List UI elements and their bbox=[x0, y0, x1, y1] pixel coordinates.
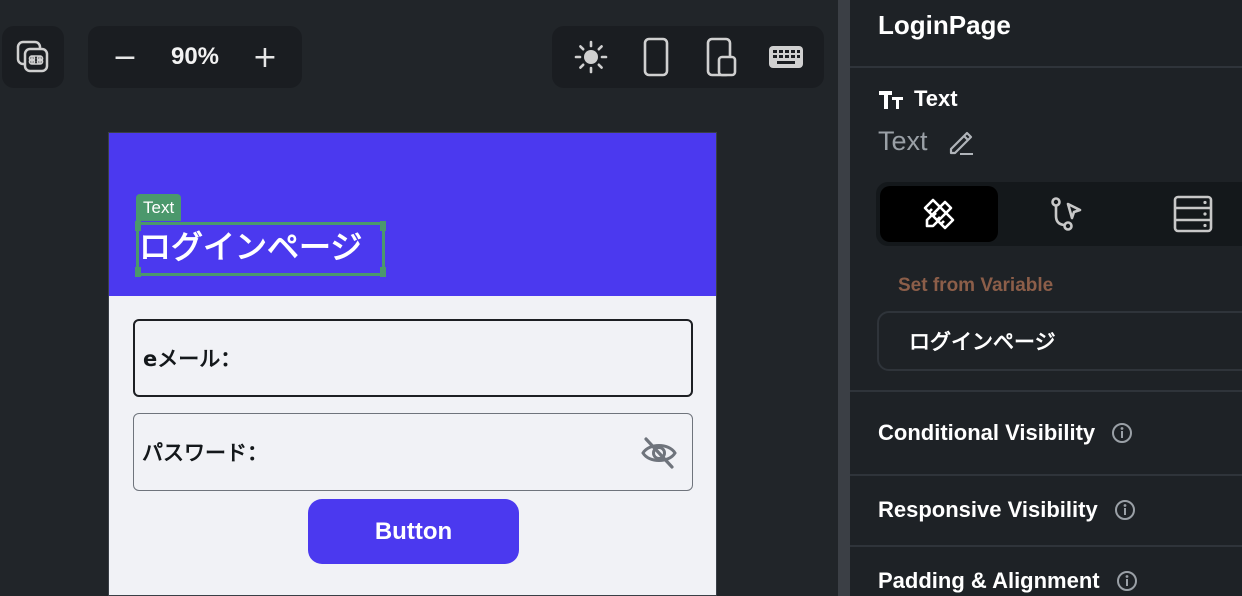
info-icon[interactable] bbox=[1111, 422, 1133, 444]
ruler-pencil-icon bbox=[923, 198, 955, 230]
text-value-field[interactable]: ログインページ bbox=[877, 311, 1242, 371]
conditional-visibility-section[interactable]: Conditional Visibility bbox=[878, 420, 1133, 446]
properties-tab[interactable] bbox=[880, 186, 998, 242]
device-preview: Text ログインページ eメール： パスワード： Button bbox=[108, 132, 717, 596]
page-title: LoginPage bbox=[878, 10, 1011, 40]
tablet-view-button[interactable] bbox=[699, 35, 743, 79]
zoom-out-button[interactable]: − bbox=[102, 34, 148, 80]
info-icon[interactable] bbox=[1116, 570, 1138, 592]
canvas-area: − 90% + Text ログインページ eメール： パスワード： Button bbox=[0, 0, 838, 596]
email-field[interactable]: eメール： bbox=[133, 319, 693, 397]
widget-name-row: Text bbox=[878, 126, 974, 157]
keyboard-toggle-button[interactable] bbox=[764, 35, 808, 79]
divider bbox=[850, 66, 1242, 68]
app-bar[interactable]: Text ログインページ bbox=[109, 133, 716, 296]
database-rows-icon bbox=[1173, 195, 1213, 233]
set-from-variable-label[interactable]: Set from Variable bbox=[898, 275, 1053, 297]
tablet-icon bbox=[706, 37, 736, 77]
divider bbox=[850, 390, 1242, 392]
widget-name: Text bbox=[878, 126, 928, 156]
app-bar-title[interactable]: ログインページ bbox=[139, 225, 362, 269]
properties-panel: LoginPage Text Text Set from Variable ログ… bbox=[850, 0, 1242, 596]
edit-pencil-icon[interactable] bbox=[946, 128, 974, 156]
text-type-icon bbox=[879, 91, 903, 109]
panel-divider[interactable] bbox=[838, 0, 850, 596]
password-label: パスワード： bbox=[142, 441, 268, 465]
device-toolbar bbox=[552, 26, 824, 88]
keyboard-icon bbox=[768, 46, 803, 68]
widget-type-row: Text bbox=[878, 86, 958, 112]
zoom-control: − 90% + bbox=[88, 26, 302, 88]
theme-toggle-button[interactable] bbox=[569, 35, 613, 79]
zoom-level: 90% bbox=[170, 43, 220, 70]
divider bbox=[850, 545, 1242, 547]
sun-icon bbox=[574, 40, 607, 74]
section-label: Conditional Visibility bbox=[878, 420, 1096, 445]
panel-tabs bbox=[876, 182, 1242, 246]
padding-alignment-section[interactable]: Padding & Alignment bbox=[878, 568, 1138, 594]
command-palette-button[interactable] bbox=[2, 26, 64, 88]
phone-icon bbox=[643, 37, 668, 77]
widget-type-label: Text bbox=[914, 86, 958, 111]
app-root: − 90% + Text ログインページ eメール： パスワード： Button… bbox=[0, 0, 1242, 596]
info-icon[interactable] bbox=[1114, 499, 1136, 521]
password-field[interactable]: パスワード： bbox=[133, 413, 693, 491]
selection-tag: Text bbox=[136, 194, 182, 221]
phone-view-button[interactable] bbox=[634, 35, 678, 79]
login-button[interactable]: Button bbox=[308, 499, 519, 564]
visibility-off-icon[interactable] bbox=[640, 434, 678, 472]
responsive-visibility-section[interactable]: Responsive Visibility bbox=[878, 497, 1136, 523]
action-flow-icon bbox=[1051, 197, 1082, 231]
divider bbox=[850, 474, 1242, 476]
actions-tab[interactable] bbox=[1007, 186, 1125, 242]
section-label: Responsive Visibility bbox=[878, 497, 1098, 522]
section-label: Padding & Alignment bbox=[878, 568, 1100, 593]
zoom-in-button[interactable]: + bbox=[242, 34, 288, 80]
command-icon bbox=[16, 40, 49, 73]
backend-query-tab[interactable] bbox=[1134, 186, 1242, 242]
email-label: eメール： bbox=[143, 347, 242, 371]
